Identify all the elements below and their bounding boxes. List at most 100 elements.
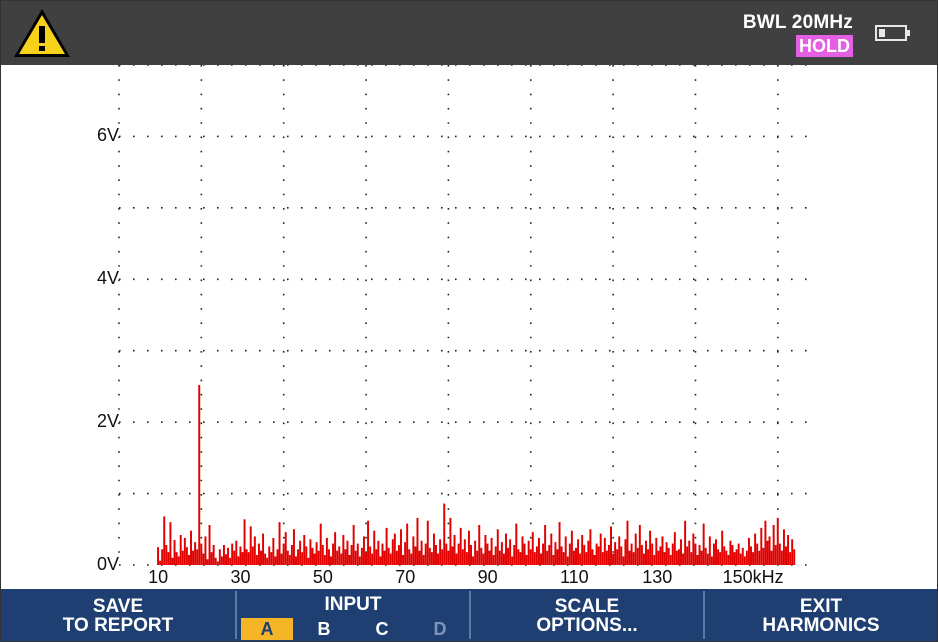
x-tick-label: 130 [642, 567, 673, 587]
spectrum-bar [704, 547, 707, 565]
spectrum-bar [367, 520, 370, 565]
spectrum-bar [568, 543, 571, 565]
spectrum-bar [305, 546, 308, 565]
spectrum-bar [478, 525, 481, 565]
spectrum-bar [435, 545, 437, 565]
spectrum-bar [593, 555, 596, 565]
spectrum-bar [449, 517, 452, 565]
spectrum-bar [404, 542, 407, 565]
spectrum-bar [743, 556, 746, 565]
spectrum-bar [190, 530, 192, 565]
spectrum-bar [325, 537, 328, 565]
spectrum-bar [420, 540, 423, 565]
spectrum-bar [286, 550, 289, 565]
exit-harmonics-button[interactable]: EXIT HARMONICS [705, 589, 937, 641]
spectrum-bar [181, 550, 184, 565]
spectrum-bar [167, 552, 170, 565]
spectrum-bar [206, 559, 209, 565]
spectrum-bar [634, 533, 637, 565]
spectrum-bar [220, 556, 223, 565]
spectrum-bar [480, 547, 483, 565]
input-option-c[interactable]: C [365, 618, 399, 640]
scope-screen: BWL 20MHz HOLD 0V 2V 4V 6V 10 30 50 70 90 110 130… [0, 0, 938, 642]
spectrum-bar [731, 545, 734, 565]
spectrum-bar [301, 552, 304, 565]
x-tick-label: 50 [312, 567, 333, 587]
spectrum-bar [165, 545, 168, 565]
spectrum-bar [179, 535, 182, 565]
spectrum-bar [745, 550, 748, 565]
spectrum-bar [581, 535, 584, 565]
spectrum-bar [365, 552, 367, 565]
spectrum-bar [247, 552, 250, 565]
spectrum-bar [735, 549, 738, 565]
spectrum-bar [330, 556, 332, 565]
spectrum-bar [358, 556, 361, 565]
scale-label-line2: OPTIONS... [536, 615, 638, 636]
spectrum-bar [486, 543, 489, 565]
input-select-button[interactable]: INPUT A B C D [237, 589, 469, 641]
spectrum-bar [280, 553, 283, 565]
spectrum-bar [774, 545, 777, 565]
spectrum-bar [626, 520, 629, 565]
spectrum-bar [747, 537, 750, 565]
spectrum-bar [196, 549, 199, 565]
spectrum-bar [725, 550, 728, 565]
spectrum-bar [653, 555, 656, 565]
spectrum-bar [397, 545, 400, 565]
spectrum-bar [432, 533, 435, 565]
spectrum-bar [700, 550, 703, 565]
spectrum-bar [441, 549, 444, 565]
spectrum-bar [362, 536, 365, 565]
spectrum-bar [465, 552, 468, 565]
spectrum-bar [447, 550, 450, 565]
scale-options-button[interactable]: SCALE OPTIONS... [471, 589, 703, 641]
spectrum-bar [243, 519, 246, 565]
spectrum-bar [525, 555, 528, 565]
spectrum-bar [377, 540, 380, 565]
input-option-a[interactable]: A [241, 618, 293, 640]
spectrum-bar [323, 555, 326, 565]
spectrum-bar [451, 546, 454, 565]
spectrum-bar [307, 557, 310, 565]
spectrum-bar [225, 554, 227, 565]
spectrum-bar [379, 556, 382, 565]
spectrum-bar [548, 545, 551, 565]
spectrum-bar [696, 555, 699, 565]
spectrum-bar [772, 525, 775, 565]
spectrum-bar [482, 553, 485, 565]
spectrum-bar [389, 553, 392, 565]
spectrum-bar [535, 546, 538, 565]
spectrum-bar [183, 537, 186, 565]
input-option-d[interactable]: D [423, 618, 457, 640]
spectrum-bar [715, 539, 717, 565]
spectrum-bar [677, 549, 680, 565]
spectrum-bar [628, 550, 631, 565]
input-option-b[interactable]: B [307, 618, 341, 640]
spectrum-bar [787, 535, 790, 565]
spectrum-bar [688, 540, 691, 565]
spectrum-bar [642, 553, 645, 565]
spectrum-bar [667, 547, 670, 565]
spectrum-bar [159, 560, 162, 565]
spectrum-bar [492, 555, 495, 565]
spectrum-bar [428, 547, 431, 565]
spectrum-bar [630, 543, 633, 565]
spectrum-bar [739, 553, 742, 565]
y-tick-label: 0V [96, 554, 119, 574]
spectrum-bar [198, 385, 201, 565]
spectrum-bar [684, 520, 687, 565]
spectrum-bar [391, 539, 394, 565]
spectrum-bar [692, 533, 695, 565]
spectrum-bar [750, 546, 752, 565]
save-to-report-button[interactable]: SAVE TO REPORT [1, 589, 235, 641]
spectrum-bar [675, 550, 678, 565]
spectrum-bar [570, 530, 573, 565]
spectrum-bar [257, 543, 260, 565]
x-tick-label: 10 [148, 567, 169, 587]
harmonics-bar-chart [118, 65, 819, 566]
spectrum-bar [542, 543, 545, 565]
spectrum-bar [612, 553, 615, 565]
spectrum-bar [484, 535, 487, 565]
spectrum-bar [239, 546, 242, 565]
